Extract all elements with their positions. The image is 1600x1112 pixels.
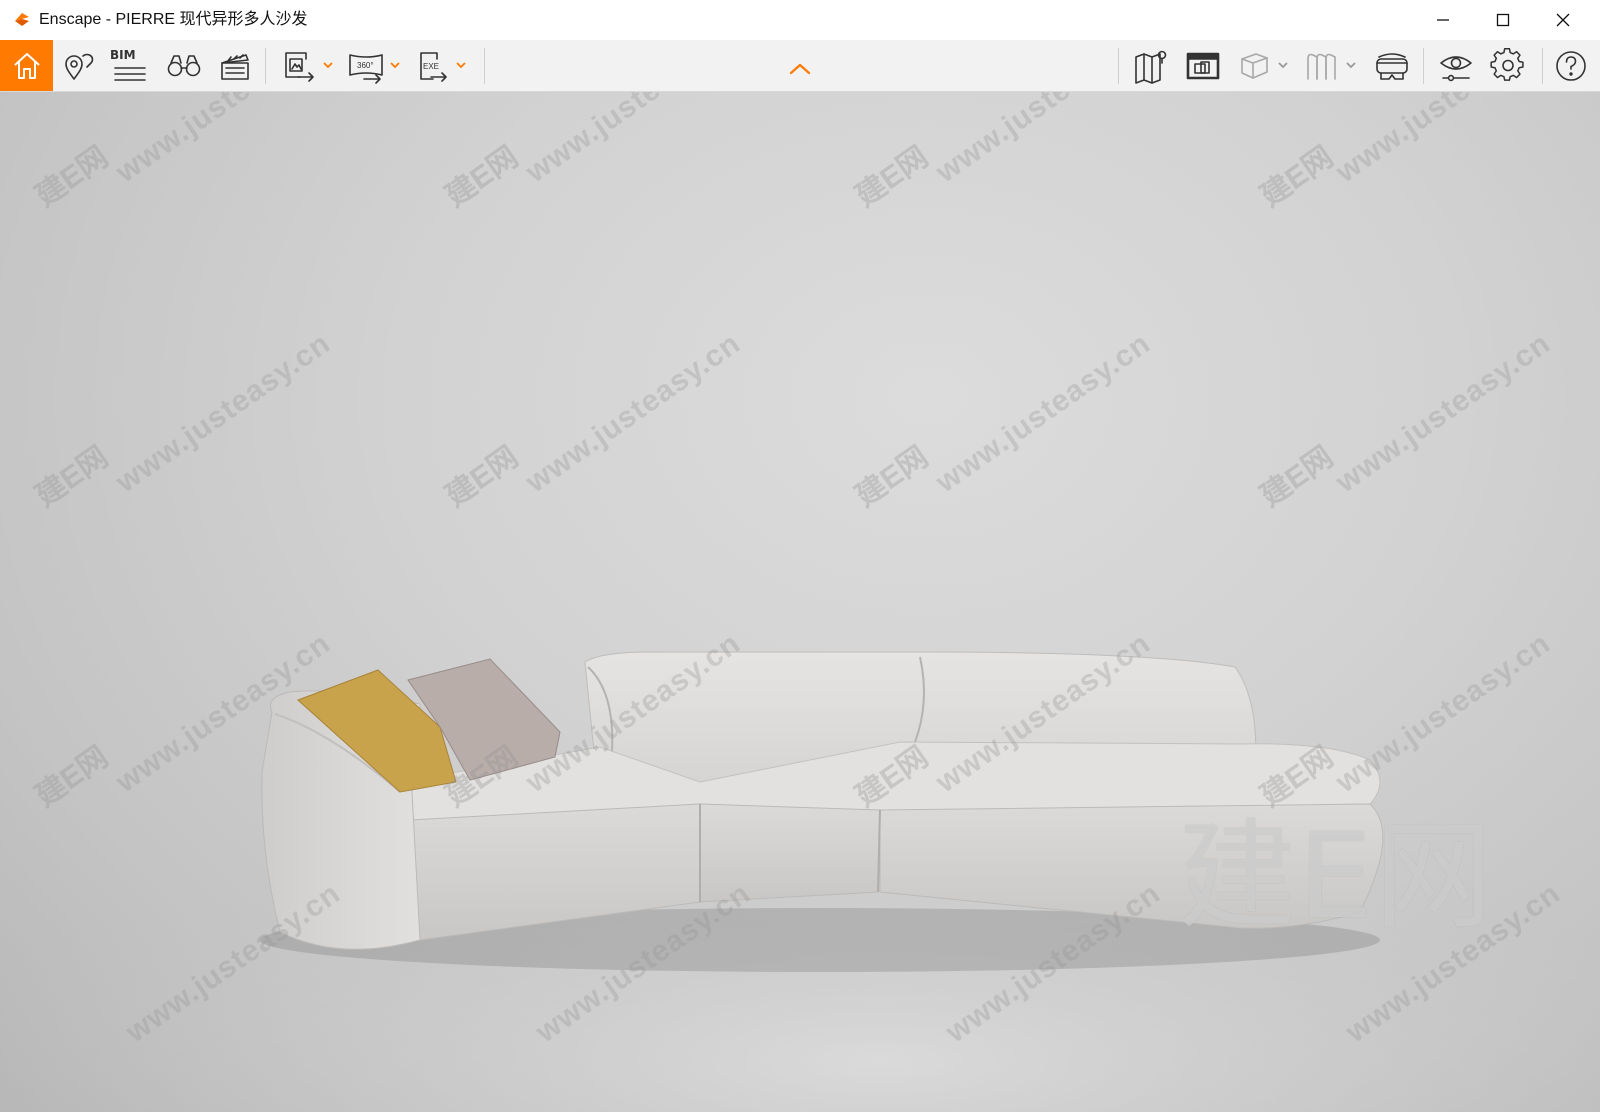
watermark-large: 建E网 <box>1178 807 1495 945</box>
maximize-icon <box>1496 13 1510 27</box>
map-button[interactable] <box>1129 44 1173 88</box>
views-button[interactable] <box>57 44 101 88</box>
chevron-down-icon <box>1278 62 1288 69</box>
exe-label: EXE <box>423 62 439 71</box>
binoculars-icon <box>167 55 201 77</box>
map-icon <box>1135 50 1167 84</box>
screenshot-export-dropdown[interactable] <box>321 58 335 72</box>
gear-icon <box>1490 47 1524 81</box>
cube-icon <box>1241 53 1268 79</box>
section-box-button[interactable] <box>1232 44 1276 88</box>
maximize-button[interactable] <box>1473 0 1533 40</box>
title-bar: Enscape - PIERRE 现代异形多人沙发 <box>0 0 1600 40</box>
clapperboard-icon <box>221 54 249 80</box>
window-title: Enscape - PIERRE 现代异形多人沙发 <box>39 11 308 28</box>
toolbar-separator <box>1542 48 1543 84</box>
panorama-360-label: 360° <box>357 61 374 70</box>
chevron-down-icon <box>390 62 400 69</box>
bim-button[interactable]: BIM <box>108 44 152 88</box>
video-editor-button[interactable] <box>213 44 257 88</box>
vr-view-button[interactable] <box>1300 44 1344 88</box>
image-export-icon <box>285 52 314 82</box>
vr-headset-button[interactable] <box>1370 44 1414 88</box>
bim-label: BIM <box>110 48 136 62</box>
toolbar-separator <box>1423 48 1424 84</box>
eye-settings-icon <box>1440 56 1472 82</box>
chevron-down-icon <box>1346 62 1356 69</box>
visual-settings-button[interactable] <box>1434 44 1478 88</box>
minimize-icon <box>1437 19 1449 21</box>
vr-headset-icon <box>1376 53 1408 80</box>
chevron-up-icon <box>789 63 811 75</box>
panorama-export-dropdown[interactable] <box>388 58 402 72</box>
help-icon <box>1556 51 1586 81</box>
close-icon <box>1556 13 1570 27</box>
section-box-dropdown[interactable] <box>1276 58 1290 72</box>
asset-library-icon <box>1186 52 1220 80</box>
panorama-export-button[interactable]: 360° <box>344 44 388 88</box>
toolbar-separator <box>484 48 485 84</box>
panorama-360-icon: 360° <box>349 54 383 84</box>
general-settings-button[interactable] <box>1486 44 1530 88</box>
exe-export-button[interactable]: EXE <box>410 44 454 88</box>
screenshot-export-button[interactable] <box>277 44 321 88</box>
toolbar-separator <box>1118 48 1119 84</box>
map-pin-icon <box>65 53 94 80</box>
vr-book-icon <box>1307 53 1336 80</box>
asset-library-button[interactable] <box>1181 44 1225 88</box>
minimize-button[interactable] <box>1413 0 1473 40</box>
chevron-down-icon <box>456 62 466 69</box>
chevron-down-icon <box>323 62 333 69</box>
help-button[interactable] <box>1549 44 1593 88</box>
exe-export-dropdown[interactable] <box>454 58 468 72</box>
home-icon <box>13 52 40 79</box>
enscape-toolbar: BIM 360° EXE <box>0 40 1600 92</box>
close-button[interactable] <box>1533 0 1593 40</box>
enscape-logo-icon <box>12 9 32 29</box>
vr-view-dropdown[interactable] <box>1344 58 1358 72</box>
render-viewport[interactable]: www.justeasy.cn www.justeasy.cn www.just… <box>0 92 1600 1112</box>
toolbar-separator <box>265 48 266 84</box>
exe-export-icon: EXE <box>420 52 447 82</box>
collapse-toolbar-button[interactable] <box>778 54 822 84</box>
walk-mode-button[interactable] <box>162 44 206 88</box>
home-button[interactable] <box>0 40 53 91</box>
